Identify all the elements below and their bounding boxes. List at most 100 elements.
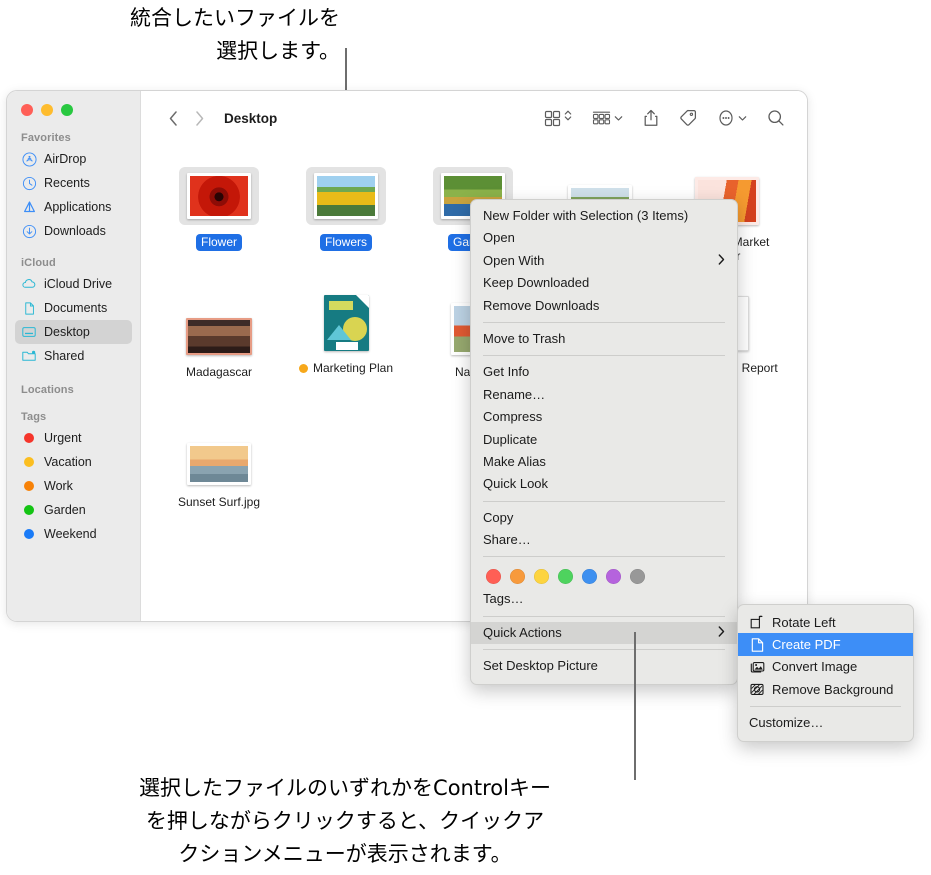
chevron-right-icon <box>718 250 725 272</box>
sidebar-item-urgent[interactable]: Urgent <box>15 426 132 450</box>
file-thumbnail <box>286 279 406 351</box>
menu-item-move-to-trash[interactable]: Move to Trash <box>471 328 737 350</box>
shared-folder-icon <box>21 348 37 364</box>
sidebar-item-label: Recents <box>44 176 90 190</box>
back-button[interactable] <box>165 109 181 127</box>
file-thumbnail <box>159 283 279 355</box>
sidebar-item-garden[interactable]: Garden <box>15 498 132 522</box>
file-thumbnail <box>159 153 279 225</box>
sidebar-item-label: Garden <box>44 503 86 517</box>
sidebar-item-icloud-drive[interactable]: iCloud Drive <box>15 272 132 296</box>
file-item[interactable]: Flowers <box>286 153 406 251</box>
menu-item-new-folder-with-selection[interactable]: New Folder with Selection (3 Items) <box>471 205 737 227</box>
cloud-icon <box>21 276 37 292</box>
menu-item-share[interactable]: Share… <box>471 529 737 551</box>
sidebar-section-title: iCloud <box>21 257 56 269</box>
sidebar-item-applications[interactable]: Applications <box>15 195 132 219</box>
tag-dot-icon <box>21 502 37 518</box>
chevron-down-icon <box>738 109 747 127</box>
tag-dot-icon <box>21 478 37 494</box>
sidebar-item-weekend[interactable]: Weekend <box>15 522 132 546</box>
menu-separator <box>483 321 725 323</box>
clock-icon <box>21 175 37 191</box>
submenu-item-label: Remove Background <box>772 681 894 697</box>
menu-separator <box>483 355 725 357</box>
tag-swatch-green[interactable] <box>558 569 573 585</box>
minimize-window-button[interactable] <box>41 104 53 116</box>
sidebar-item-label: Work <box>44 479 73 493</box>
chevron-down-icon <box>614 109 623 127</box>
tag-dot-icon <box>21 454 37 470</box>
tag-swatch-yellow[interactable] <box>534 569 549 585</box>
menu-item-open[interactable]: Open <box>471 227 737 249</box>
menu-item-get-info[interactable]: Get Info <box>471 361 737 383</box>
submenu-item-remove-background[interactable]: Remove Background <box>738 678 913 700</box>
maximize-window-button[interactable] <box>61 104 73 116</box>
menu-item-compress[interactable]: Compress <box>471 406 737 428</box>
sidebar-item-label: Urgent <box>44 431 82 445</box>
sidebar-section-title: Favorites <box>21 132 71 144</box>
file-item[interactable]: Sunset Surf.jpg <box>159 413 279 511</box>
sidebar-item-label: Vacation <box>44 455 92 469</box>
file-label: Marketing Plan <box>294 360 398 377</box>
tag-dot-icon <box>21 430 37 446</box>
menu-separator <box>483 649 725 651</box>
sidebar-item-documents[interactable]: Documents <box>15 296 132 320</box>
sidebar-item-work[interactable]: Work <box>15 474 132 498</box>
more-actions-button[interactable] <box>717 109 747 127</box>
menu-item-open-with[interactable]: Open With <box>471 250 737 272</box>
menu-item-quick-look[interactable]: Quick Look <box>471 473 737 495</box>
chevron-right-icon <box>718 622 725 644</box>
file-item[interactable]: Flower <box>159 153 279 251</box>
submenu-item-rotate-left[interactable]: Rotate Left <box>738 611 913 633</box>
submenu-item-create-pdf[interactable]: Create PDF <box>738 633 913 656</box>
sidebar-item-shared[interactable]: Shared <box>15 344 132 368</box>
search-button[interactable] <box>767 109 785 127</box>
create-pdf-icon <box>749 637 765 653</box>
file-item[interactable]: Madagascar <box>159 283 279 381</box>
sidebar-item-downloads[interactable]: Downloads <box>15 219 132 243</box>
sidebar-item-label: Documents <box>44 301 108 315</box>
menu-item-quick-actions[interactable]: Quick Actions <box>471 621 737 645</box>
tag-swatch-blue[interactable] <box>582 569 597 585</box>
submenu-item-customize[interactable]: Customize… <box>738 712 913 734</box>
sidebar-section-title: Locations <box>21 384 74 396</box>
tag-swatch-gray[interactable] <box>630 569 645 585</box>
traffic-lights <box>7 91 140 116</box>
group-by-button[interactable] <box>592 109 623 127</box>
convert-image-icon <box>749 659 765 675</box>
submenu-item-label: Rotate Left <box>772 614 836 630</box>
file-item[interactable]: Marketing Plan <box>286 279 406 377</box>
quick-actions-submenu[interactable]: Rotate Left Create PDF Convert Image Rem… <box>737 604 914 742</box>
close-window-button[interactable] <box>21 104 33 116</box>
sidebar-item-vacation[interactable]: Vacation <box>15 450 132 474</box>
icon-view-button[interactable] <box>544 108 572 128</box>
tag-swatch-orange[interactable] <box>510 569 525 585</box>
share-button[interactable] <box>643 109 659 127</box>
menu-item-rename[interactable]: Rename… <box>471 384 737 406</box>
page-title: Desktop <box>224 110 278 126</box>
tag-button[interactable] <box>679 109 697 127</box>
context-menu[interactable]: New Folder with Selection (3 Items) Open… <box>470 199 738 685</box>
tag-color-row[interactable] <box>471 562 737 588</box>
navigation-arrows <box>165 109 207 127</box>
menu-separator <box>483 615 725 617</box>
forward-button[interactable] <box>191 109 207 127</box>
chevron-updown-icon <box>564 108 572 128</box>
sidebar-item-desktop[interactable]: Desktop <box>15 320 132 344</box>
menu-item-copy[interactable]: Copy <box>471 507 737 529</box>
menu-item-keep-downloaded[interactable]: Keep Downloaded <box>471 272 737 294</box>
sidebar-item-airdrop[interactable]: AirDrop <box>15 147 132 171</box>
tag-swatch-red[interactable] <box>486 569 501 585</box>
tag-swatch-purple[interactable] <box>606 569 621 585</box>
sidebar-item-recents[interactable]: Recents <box>15 171 132 195</box>
menu-item-set-desktop-picture[interactable]: Set Desktop Picture <box>471 655 737 677</box>
menu-item-tags[interactable]: Tags… <box>471 588 737 610</box>
file-label: Sunset Surf.jpg <box>177 495 261 509</box>
menu-item-make-alias[interactable]: Make Alias <box>471 451 737 473</box>
applications-icon <box>21 199 37 215</box>
remove-background-icon <box>749 681 765 697</box>
menu-item-duplicate[interactable]: Duplicate <box>471 429 737 451</box>
menu-item-remove-downloads[interactable]: Remove Downloads <box>471 295 737 317</box>
submenu-item-convert-image[interactable]: Convert Image <box>738 656 913 678</box>
